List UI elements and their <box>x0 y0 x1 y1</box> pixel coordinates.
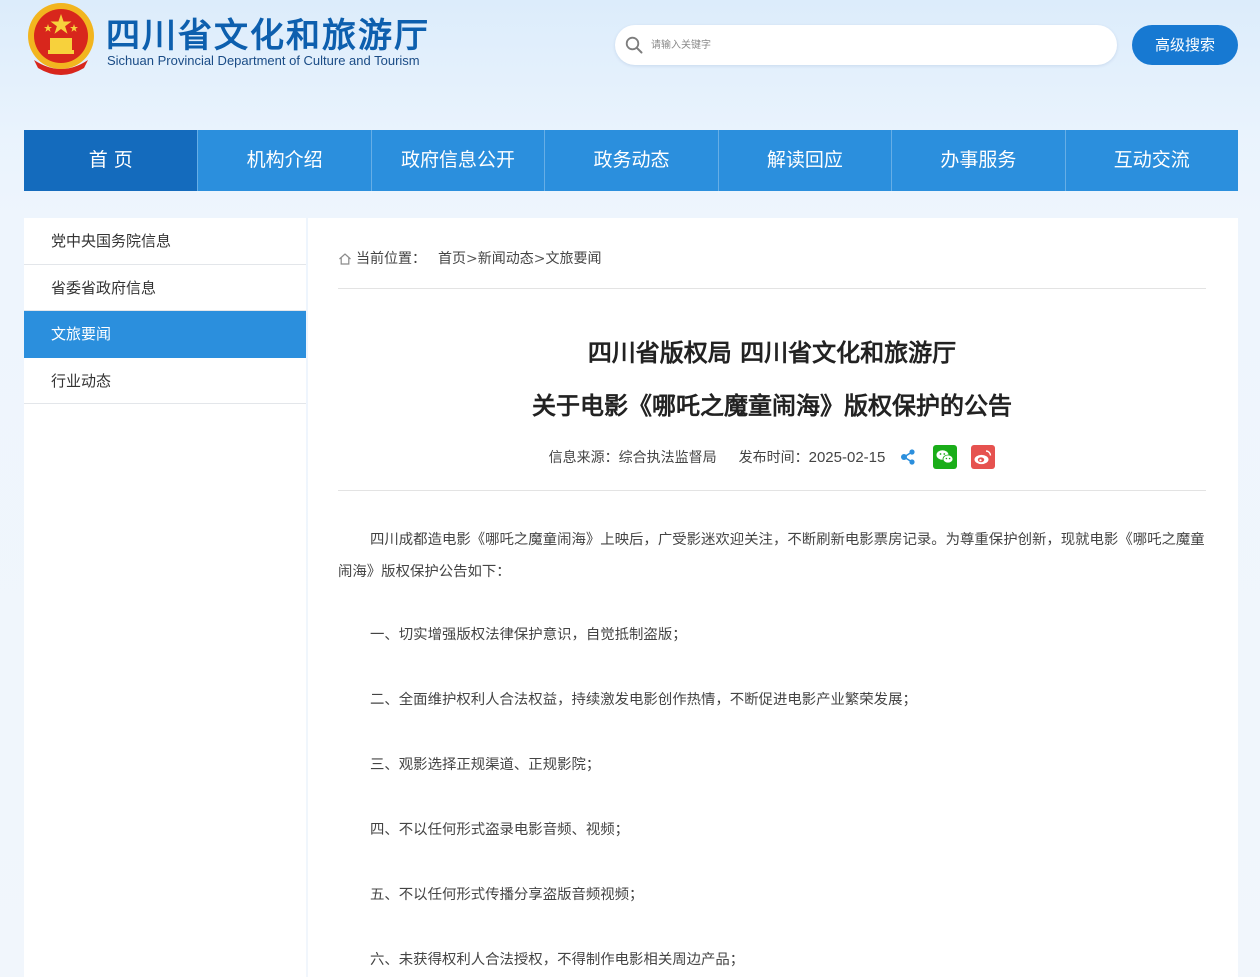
article-meta: 信息来源：综合执法监督局 发布时间： 2025-02-15 <box>338 442 1206 472</box>
article-list-item: 四、不以任何形式盗录电影音频、视频； <box>370 822 630 838</box>
article-source: 信息来源：综合执法监督局 <box>548 450 717 466</box>
breadcrumb: 当前位置： 首页 > 新闻动态 > 文旅要闻 <box>338 248 601 270</box>
main-nav: 首 页 机构介绍 政府信息公开 政务动态 解读回应 办事服务 互动交流 <box>24 130 1238 191</box>
sidebar-item-industry-news[interactable]: 行业动态 <box>24 358 306 404</box>
article-list-item: 一、切实增强版权法律保护意识，自觉抵制盗版； <box>370 627 687 643</box>
search-input[interactable] <box>651 34 1091 56</box>
divider <box>338 490 1206 491</box>
nav-item-interaction[interactable]: 互动交流 <box>1064 130 1238 191</box>
breadcrumb-label: 当前位置： <box>356 251 426 267</box>
breadcrumb-current-link[interactable]: 文旅要闻 <box>545 248 601 270</box>
sidebar: 党中央国务院信息 省委省政府信息 文旅要闻 行业动态 <box>24 218 306 977</box>
article-title-line-1: 四川省版权局 四川省文化和旅游厅 <box>587 338 957 367</box>
share-icon[interactable] <box>899 448 917 466</box>
nav-item-about[interactable]: 机构介绍 <box>197 130 370 191</box>
site-header: 四川省文化和旅游厅 Sichuan Provincial Department … <box>0 0 1260 130</box>
site-title-english: Sichuan Provincial Department of Culture… <box>107 53 420 68</box>
nav-item-services[interactable]: 办事服务 <box>891 130 1064 191</box>
sidebar-item-provincial-info[interactable]: 省委省政府信息 <box>24 265 306 311</box>
article-title: 四川省版权局 四川省文化和旅游厅 关于电影《哪吒之魔童闹海》版权保护的公告 <box>338 326 1206 432</box>
article-title-line-2: 关于电影《哪吒之魔童闹海》版权保护的公告 <box>532 391 1012 420</box>
breadcrumb-home-link[interactable]: 首页 <box>438 248 466 270</box>
home-icon <box>339 253 351 265</box>
sidebar-item-culture-news[interactable]: 文旅要闻 <box>24 311 306 358</box>
national-emblem-icon <box>28 3 94 75</box>
sidebar-item-central-info[interactable]: 党中央国务院信息 <box>24 218 306 265</box>
advanced-search-button[interactable]: 高级搜索 <box>1132 25 1238 65</box>
article-intro-paragraph: 四川成都造电影《哪吒之魔童闹海》上映后，广受影迷欢迎关注，不断刷新电影票房记录。… <box>338 532 1205 580</box>
nav-item-home[interactable]: 首 页 <box>24 130 198 191</box>
divider <box>338 288 1206 289</box>
article-list-item: 三、观影选择正规渠道、正规影院； <box>370 757 601 773</box>
article-body: 四川成都造电影《哪吒之魔童闹海》上映后，广受影迷欢迎关注，不断刷新电影票房记录。… <box>338 524 1208 975</box>
search-icon[interactable] <box>625 36 643 54</box>
nav-item-interpretation[interactable]: 解读回应 <box>717 130 891 191</box>
nav-item-gov-info[interactable]: 政府信息公开 <box>370 130 544 191</box>
publish-date-label: 发布时间： <box>738 450 809 466</box>
article-list-item: 五、不以任何形式传播分享盗版音频视频； <box>370 887 644 903</box>
breadcrumb-separator: > <box>466 251 478 267</box>
publish-date: 2025-02-15 <box>808 448 886 466</box>
site-title: 四川省文化和旅游厅 <box>106 16 430 56</box>
breadcrumb-separator: > <box>533 251 546 267</box>
article-panel: 当前位置： 首页 > 新闻动态 > 文旅要闻 四川省版权局 四川省文化和旅游厅 … <box>308 218 1238 977</box>
wechat-icon[interactable] <box>933 445 958 469</box>
search-box <box>615 25 1117 65</box>
article-list-item: 六、未获得权利人合法授权，不得制作电影相关周边产品； <box>370 952 745 968</box>
article-list-item: 二、全面维护权利人合法权益，持续激发电影创作热情，不断促进电影产业繁荣发展； <box>370 692 917 708</box>
breadcrumb-news-link[interactable]: 新闻动态 <box>478 248 534 270</box>
nav-item-news[interactable]: 政务动态 <box>544 130 717 191</box>
weibo-icon[interactable] <box>971 445 996 469</box>
